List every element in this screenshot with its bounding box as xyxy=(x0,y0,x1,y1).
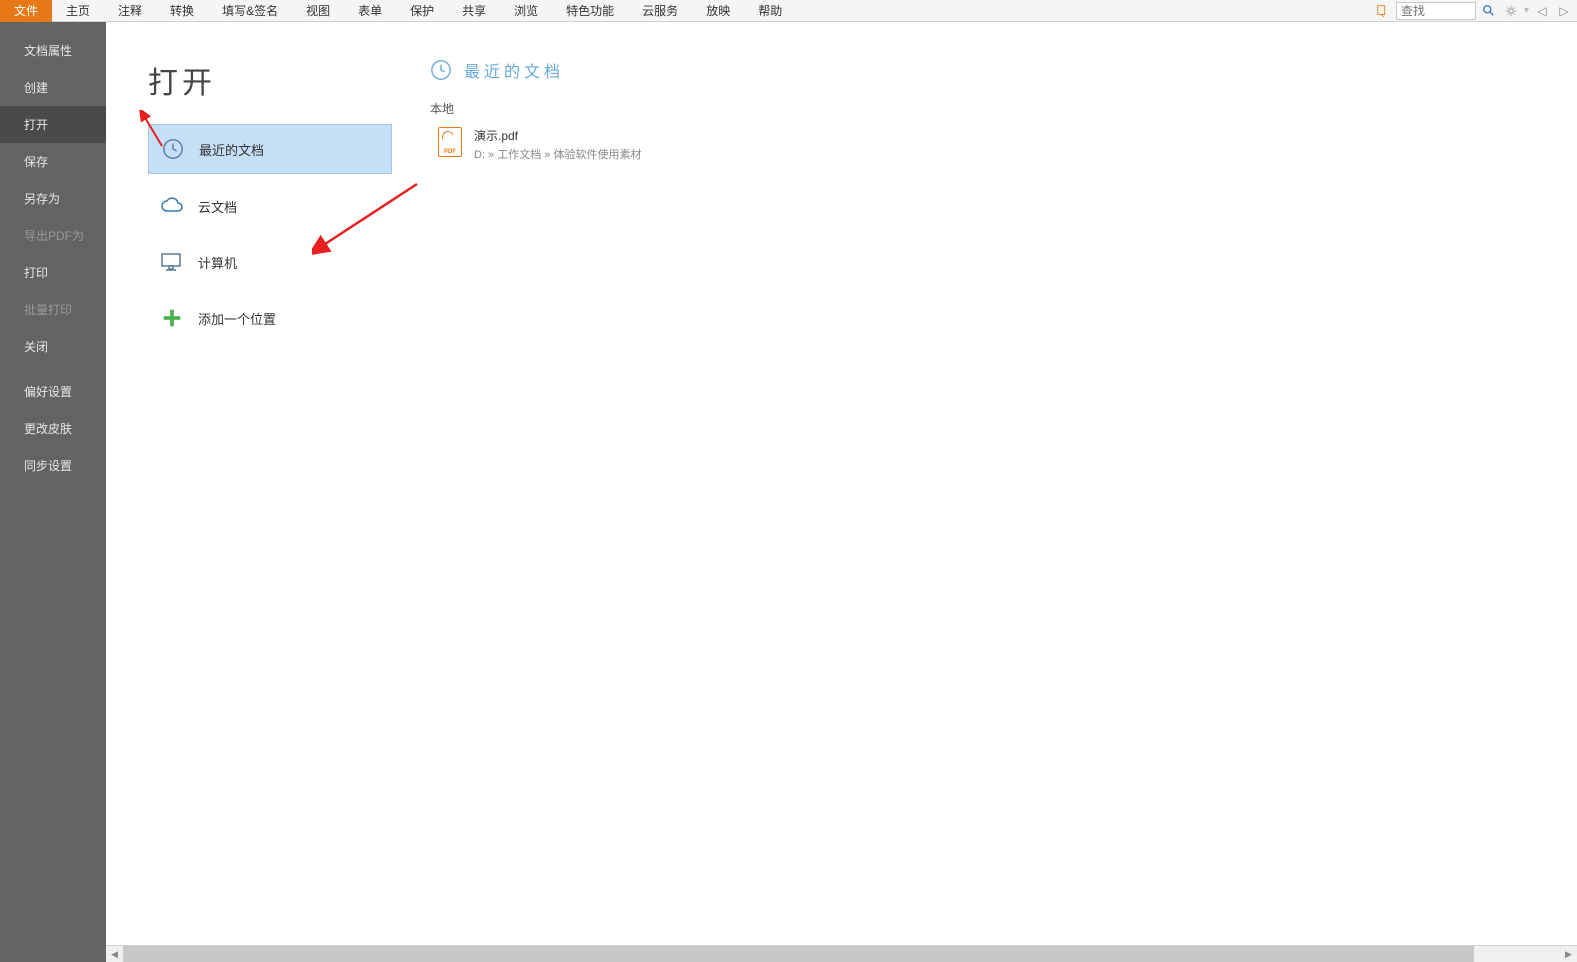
recent-group-label: 本地 xyxy=(430,100,1577,117)
sidebar-item[interactable]: 保存 xyxy=(0,143,106,180)
scroll-track[interactable] xyxy=(123,946,1560,962)
source-item[interactable]: 云文档 xyxy=(148,182,392,230)
page-title: 打开 xyxy=(148,58,394,102)
recent-file-path: D: » 工作文档 » 体验软件使用素材 xyxy=(474,146,641,162)
top-menu-items: 文件主页注释转换填写&签名视图表单保护共享浏览特色功能云服务放映帮助 xyxy=(0,0,796,22)
source-label: 云文档 xyxy=(198,197,237,216)
recent-groups: 本地 PDF 演示.pdf D: » 工作文档 » 体验软件使用素材 xyxy=(430,100,1577,166)
top-menu-item[interactable]: 特色功能 xyxy=(552,0,628,22)
recent-column: 最近的文档 本地 PDF 演示.pdf D: » 工作文档 » 体验软件使用素材 xyxy=(394,22,1577,962)
top-menu-bar: 文件主页注释转换填写&签名视图表单保护共享浏览特色功能云服务放映帮助 ▾ ◁ ▷ xyxy=(0,0,1577,22)
source-list: 最近的文档云文档计算机添加一个位置 xyxy=(148,124,394,342)
sidebar-item[interactable]: 偏好设置 xyxy=(0,373,106,410)
top-menu-item[interactable]: 放映 xyxy=(692,0,744,22)
top-menu-item[interactable]: 填写&签名 xyxy=(208,0,292,22)
sidebar-item[interactable]: 打开 xyxy=(0,106,106,143)
source-item[interactable]: 添加一个位置 xyxy=(148,294,392,342)
nav-prev-icon[interactable]: ◁ xyxy=(1533,2,1551,20)
search-input[interactable] xyxy=(1396,2,1476,20)
clock-icon xyxy=(430,59,452,81)
dropdown-caret-icon[interactable]: ▾ xyxy=(1524,5,1529,16)
top-menu-item[interactable]: 主页 xyxy=(52,0,104,22)
source-item[interactable]: 最近的文档 xyxy=(148,124,392,174)
recent-file-name: 演示.pdf xyxy=(474,127,641,144)
top-menu-item[interactable]: 注释 xyxy=(104,0,156,22)
sidebar-item: 批量打印 xyxy=(0,291,106,328)
content-area: 打开 最近的文档云文档计算机添加一个位置 最近的文档 本地 PDF 演示.pdf D:… xyxy=(106,22,1577,962)
open-sources-column: 打开 最近的文档云文档计算机添加一个位置 xyxy=(106,22,394,962)
clock-icon xyxy=(161,137,185,161)
top-menu-item[interactable]: 帮助 xyxy=(744,0,796,22)
top-menu-item[interactable]: 云服务 xyxy=(628,0,692,22)
top-menu-item[interactable]: 文件 xyxy=(0,0,52,22)
source-label: 最近的文档 xyxy=(199,140,264,159)
sidebar-item[interactable]: 打印 xyxy=(0,254,106,291)
top-menu-item[interactable]: 表单 xyxy=(344,0,396,22)
nav-next-icon[interactable]: ▷ xyxy=(1555,2,1573,20)
cloud-icon xyxy=(160,194,184,218)
search-highlight-icon[interactable] xyxy=(1374,2,1392,20)
scroll-left-icon[interactable]: ◀ xyxy=(106,946,123,962)
recent-header: 最近的文档 xyxy=(430,58,1577,82)
search-go-icon[interactable] xyxy=(1480,2,1498,20)
top-menu-item[interactable]: 视图 xyxy=(292,0,344,22)
sidebar-divider xyxy=(0,365,106,373)
source-label: 计算机 xyxy=(198,253,237,272)
recent-file-info: 演示.pdf D: » 工作文档 » 体验软件使用素材 xyxy=(474,127,641,162)
gear-icon[interactable] xyxy=(1502,2,1520,20)
sidebar-item[interactable]: 同步设置 xyxy=(0,447,106,484)
sidebar-item[interactable]: 另存为 xyxy=(0,180,106,217)
recent-title: 最近的文档 xyxy=(464,58,564,82)
pdf-file-icon: PDF xyxy=(438,127,462,157)
source-item[interactable]: 计算机 xyxy=(148,238,392,286)
sidebar-item[interactable]: 关闭 xyxy=(0,328,106,365)
sidebar-item[interactable]: 更改皮肤 xyxy=(0,410,106,447)
sidebar-item: 导出PDF为 xyxy=(0,217,106,254)
sidebar-item[interactable]: 创建 xyxy=(0,69,106,106)
top-right-controls: ▾ ◁ ▷ xyxy=(1374,2,1577,20)
top-menu-item[interactable]: 转换 xyxy=(156,0,208,22)
top-menu-item[interactable]: 浏览 xyxy=(500,0,552,22)
top-menu-item[interactable]: 共享 xyxy=(448,0,500,22)
horizontal-scrollbar[interactable]: ◀ ▶ xyxy=(106,945,1577,962)
source-label: 添加一个位置 xyxy=(198,309,276,328)
scroll-thumb[interactable] xyxy=(123,946,1474,962)
sidebar-item[interactable]: 文档属性 xyxy=(0,32,106,69)
computer-icon xyxy=(160,250,184,274)
recent-file-item[interactable]: PDF 演示.pdf D: » 工作文档 » 体验软件使用素材 xyxy=(430,123,1577,166)
scroll-right-icon[interactable]: ▶ xyxy=(1560,946,1577,962)
file-sidebar: 文档属性创建打开保存另存为导出PDF为打印批量打印关闭偏好设置更改皮肤同步设置 xyxy=(0,22,106,962)
top-menu-item[interactable]: 保护 xyxy=(396,0,448,22)
plus-icon xyxy=(160,306,184,330)
